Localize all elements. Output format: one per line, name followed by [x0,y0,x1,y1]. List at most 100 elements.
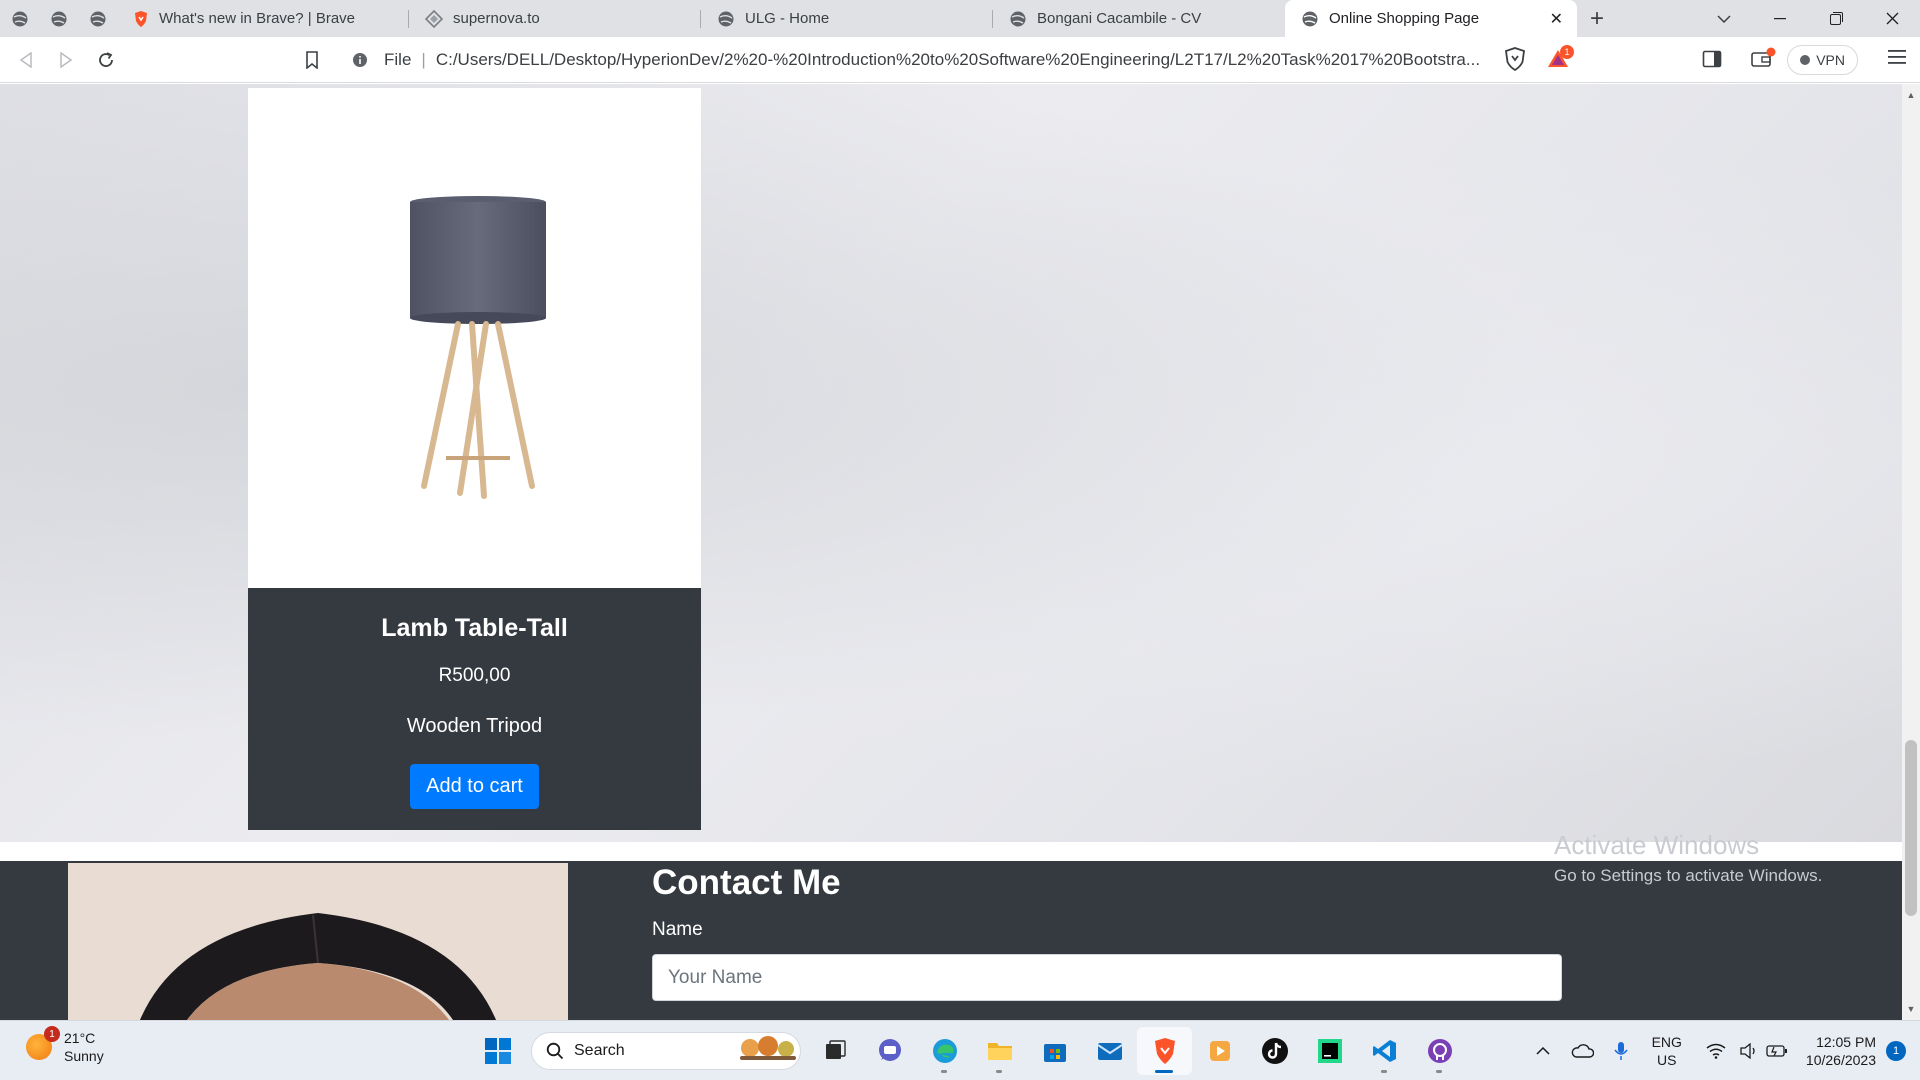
globe-icon [718,11,734,26]
restore-button[interactable] [1808,0,1864,37]
sidebar-toggle-button[interactable] [1702,49,1722,74]
scrollbar-thumb[interactable] [1905,740,1917,916]
vpn-button[interactable]: VPN [1787,45,1858,75]
back-arrow-icon [19,51,32,68]
sun-icon: 1 [26,1026,60,1060]
scroll-down-arrow-icon[interactable]: ▼ [1902,1000,1920,1018]
task-view-icon [825,1040,846,1059]
globe-icon [51,11,66,26]
weather-condition: Sunny [64,1048,104,1064]
table-lamp-image [410,196,546,499]
microphone-icon[interactable] [1613,1041,1628,1061]
close-tab-icon[interactable]: ✕ [1550,9,1563,29]
brave-browser-button[interactable] [1137,1027,1192,1075]
tab-ulg-home[interactable]: ULG - Home [701,0,993,37]
bookmark-button[interactable] [292,40,332,80]
add-to-cart-button[interactable]: Add to cart [410,764,539,809]
product-image [248,88,701,588]
tab-brave-whats-new[interactable]: What's new in Brave? | Brave [117,0,409,37]
tab-online-shopping[interactable]: Online Shopping Page ✕ [1285,0,1577,37]
onedrive-icon[interactable] [1570,1043,1594,1059]
contact-heading: Contact Me [652,863,841,902]
start-button[interactable] [470,1027,525,1075]
tab-strip: What's new in Brave? | Brave supernova.t… [0,0,1920,37]
store-icon [1043,1044,1066,1062]
battery-icon[interactable] [1766,1044,1788,1058]
rewards-badge: 1 [1560,45,1574,59]
file-explorer-button[interactable] [972,1027,1027,1075]
page-scrollbar[interactable]: ▲ ▼ [1902,84,1920,1020]
pinned-tab-2[interactable] [39,0,78,37]
brave-shields-icon [1505,47,1525,72]
menu-button[interactable] [1888,49,1906,70]
brave-icon [135,10,147,27]
window-controls [1696,0,1920,37]
running-indicator [1381,1070,1387,1073]
product-title: Lamb Table-Tall [381,614,568,642]
minimize-button[interactable] [1752,0,1808,37]
brave-shields-button[interactable] [1504,47,1526,76]
globe-icon [90,11,105,26]
taskbar-search[interactable]: Search [531,1032,801,1070]
github-desktop-button[interactable] [1412,1027,1467,1075]
running-indicator [1436,1070,1442,1073]
clock[interactable]: 12:05 PM 10/26/2023 [1806,1033,1876,1069]
scroll-up-arrow-icon[interactable]: ▲ [1902,86,1920,104]
tiktok-button[interactable] [1247,1027,1302,1075]
close-window-button[interactable] [1864,0,1920,37]
address-bar[interactable]: File | C:/Users/DELL/Desktop/HyperionDev… [340,42,1580,78]
search-label: Search [574,1042,625,1059]
vpn-label: VPN [1816,52,1845,68]
running-indicator [941,1070,947,1073]
pycharm-button[interactable] [1302,1027,1357,1075]
clock-date: 10/26/2023 [1805,1052,1876,1068]
windows-taskbar: 1 21°C Sunny Search ENG US 12:05 PM 10/2… [0,1020,1920,1080]
forward-button[interactable] [46,40,86,80]
show-hidden-icons-chevron-icon[interactable] [1536,1047,1550,1055]
hamburger-menu-icon [1888,50,1906,64]
wallet-icon [1751,47,1776,67]
forward-arrow-icon [60,51,73,68]
product-card-body: Lamb Table-Tall R500,00 Wooden Tripod Ad… [248,588,701,830]
tab-search-chevron-icon[interactable] [1696,0,1752,37]
url-text[interactable]: C:/Users/DELL/Desktop/HyperionDev/2%20-%… [436,50,1496,70]
tab-supernova[interactable]: supernova.to [409,0,701,37]
pinned-tab-1[interactable] [0,0,39,37]
wifi-icon[interactable] [1706,1043,1726,1059]
supernova-icon [425,9,443,28]
reload-button[interactable] [86,40,126,80]
globe-icon [1010,11,1026,26]
scheme-divider: | [421,50,426,69]
volume-icon[interactable] [1740,1043,1758,1059]
globe-icon [1302,11,1318,26]
info-icon[interactable] [352,52,368,68]
new-tab-button[interactable]: + [1577,0,1617,37]
pinned-tab-3[interactable] [78,0,117,37]
teams-chat-button[interactable] [862,1027,917,1075]
activate-windows-subtitle: Go to Settings to activate Windows. [1554,866,1823,885]
sidebar-icon [1702,50,1722,68]
vscode-button[interactable] [1357,1027,1412,1075]
weather-widget[interactable]: 1 21°C Sunny [26,1026,104,1065]
product-card: Lamb Table-Tall R500,00 Wooden Tripod Ad… [248,88,701,830]
notification-badge[interactable]: 1 [1886,1041,1906,1061]
brave-icon [1154,1038,1175,1064]
microsoft-store-button[interactable] [1027,1027,1082,1075]
wallet-button[interactable] [1750,47,1776,74]
name-input[interactable] [652,954,1562,1001]
language-code: ENG [1651,1034,1682,1050]
taskbar-apps: Search [470,1027,1467,1075]
brave-rewards-button[interactable]: 1 [1546,45,1574,76]
tab-title: supernova.to [453,10,540,27]
back-button[interactable] [6,40,46,80]
vpn-status-icon [1800,55,1811,65]
task-view-button[interactable] [807,1027,862,1075]
weather-text: 21°C Sunny [64,1029,104,1065]
language-indicator[interactable]: ENG US [1652,1033,1682,1069]
edge-button[interactable] [917,1027,972,1075]
product-price: R500,00 [438,665,511,686]
media-player-button[interactable] [1192,1027,1247,1075]
search-icon [546,1042,564,1060]
mail-button[interactable] [1082,1027,1137,1075]
tab-cv[interactable]: Bongani Cacambile - CV [993,0,1285,37]
